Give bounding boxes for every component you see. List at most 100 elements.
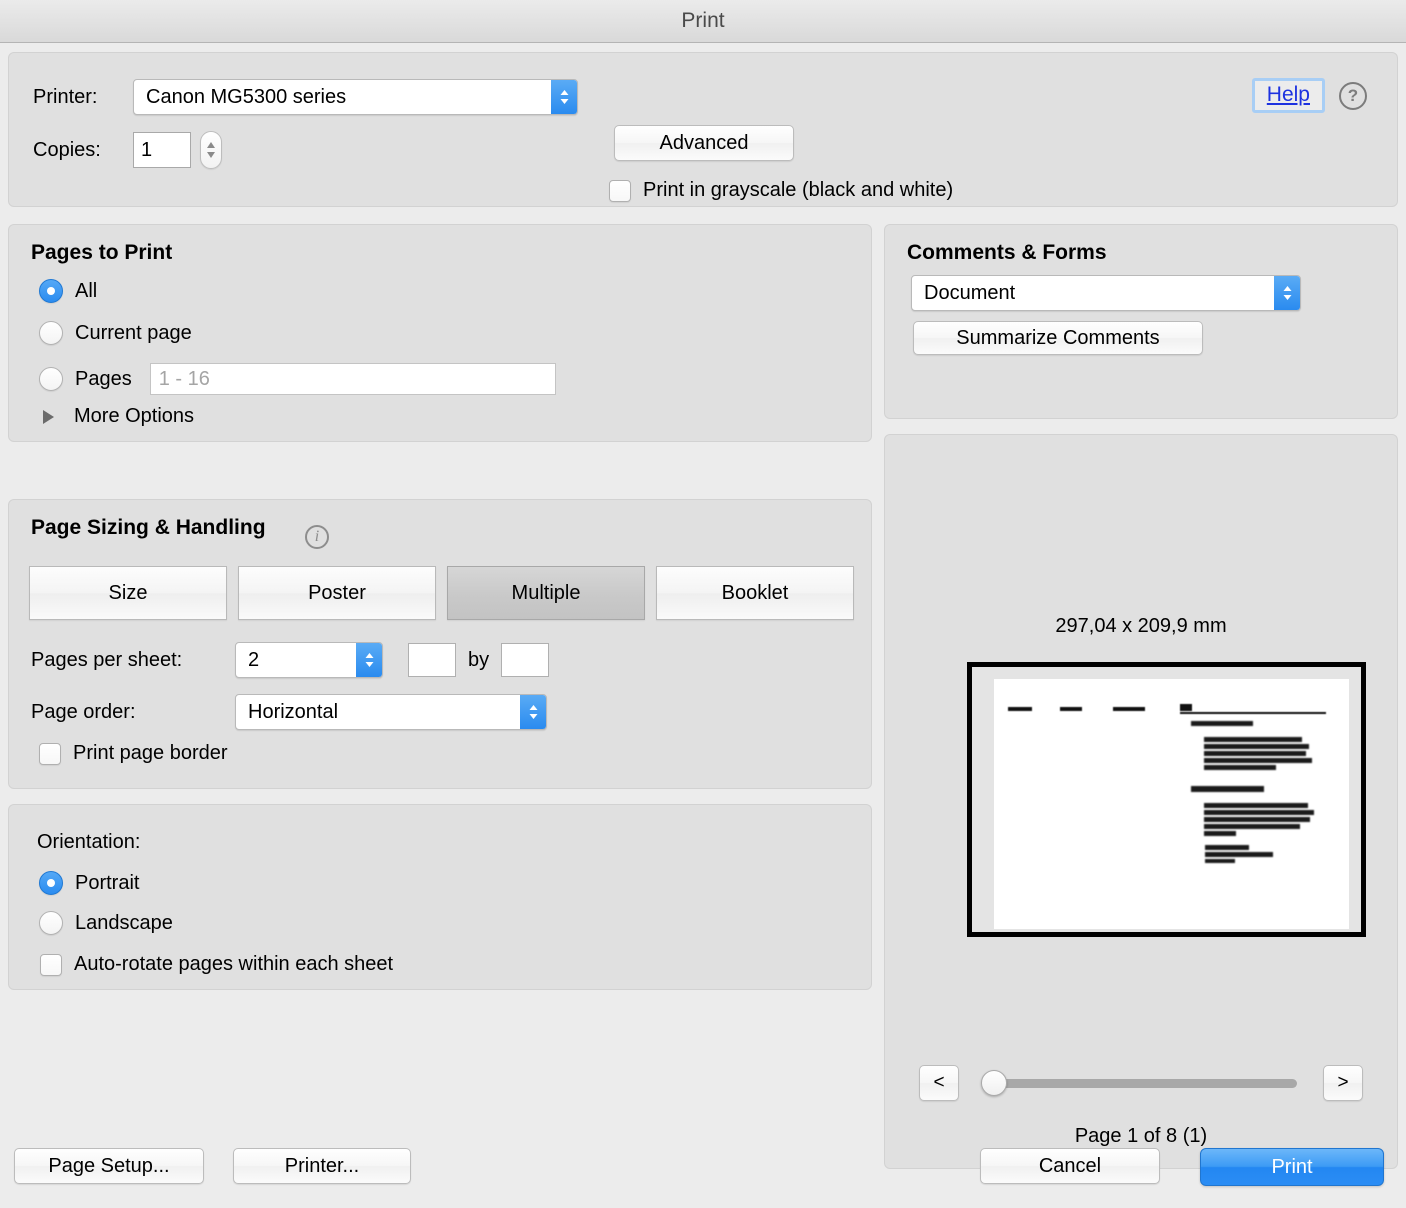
chevron-right-icon — [43, 409, 54, 424]
comments-forms-panel: Comments & Forms Document Summarize Comm… — [884, 224, 1398, 419]
auto-rotate-row[interactable]: Auto-rotate pages within each sheet — [40, 953, 393, 976]
more-options-toggle[interactable]: More Options — [43, 405, 194, 428]
radio-portrait[interactable]: Portrait — [39, 871, 139, 895]
dialog-footer: Page Setup... Printer... Cancel Print — [0, 1125, 1406, 1208]
print-preview-panel: 297,04 x 209,9 mm < > Page 1 of 8 (1) — [884, 434, 1398, 1169]
segment-multiple-label: Multiple — [511, 581, 581, 604]
radio-all[interactable]: All — [39, 279, 97, 303]
dialog-content: Printer: Canon MG5300 series Advanced Co… — [0, 44, 1406, 1208]
grayscale-label: Print in grayscale (black and white) — [643, 179, 954, 201]
radio-pages[interactable]: Pages 1 - 16 — [39, 363, 556, 395]
page-setup-button[interactable]: Page Setup... — [14, 1148, 204, 1184]
radio-landscape-label: Landscape — [75, 911, 173, 934]
printer-button[interactable]: Printer... — [233, 1148, 411, 1184]
page-order-row: Page order: Horizontal — [31, 694, 547, 730]
pages-per-sheet-row: Pages per sheet: 2 by — [31, 642, 550, 678]
previous-page-label: < — [933, 1072, 945, 1093]
page-setup-label: Page Setup... — [48, 1154, 170, 1177]
auto-rotate-checkbox[interactable] — [40, 953, 62, 976]
custom-columns-input[interactable] — [408, 643, 456, 677]
copies-stepper[interactable] — [200, 131, 222, 169]
pages-to-print-panel: Pages to Print All Current page Pages 1 … — [8, 224, 872, 442]
chevron-updown-icon — [520, 695, 546, 729]
help-area: Help ? — [1251, 78, 1367, 113]
page-slider[interactable] — [981, 1069, 1297, 1096]
segment-multiple[interactable]: Multiple — [447, 566, 645, 620]
more-options-label: More Options — [74, 405, 195, 427]
print-button-label: Print — [1271, 1155, 1313, 1178]
preview-dimensions: 297,04 x 209,9 mm — [1055, 615, 1227, 637]
pages-per-sheet-label: Pages per sheet: — [31, 648, 183, 671]
next-page-label: > — [1337, 1072, 1349, 1093]
advanced-button-label: Advanced — [659, 131, 749, 154]
auto-rotate-label: Auto-rotate pages within each sheet — [74, 953, 394, 975]
page-order-label: Page order: — [31, 700, 136, 723]
pages-per-sheet-select[interactable]: 2 — [235, 642, 383, 678]
radio-current-page-indicator[interactable] — [39, 321, 63, 345]
copies-label: Copies: — [33, 138, 101, 161]
help-link[interactable]: Help — [1267, 83, 1310, 106]
pages-range-input[interactable]: 1 - 16 — [149, 363, 556, 395]
segment-size-label: Size — [108, 581, 148, 604]
radio-all-label: All — [75, 279, 98, 302]
next-page-button[interactable]: > — [1323, 1065, 1363, 1101]
cancel-button[interactable]: Cancel — [980, 1148, 1160, 1184]
orientation-panel: Orientation: Portrait Landscape Auto-rot… — [8, 804, 872, 990]
segment-poster[interactable]: Poster — [238, 566, 436, 620]
radio-current-page[interactable]: Current page — [39, 321, 192, 345]
segment-size[interactable]: Size — [29, 566, 227, 620]
printer-button-label: Printer... — [284, 1154, 360, 1177]
radio-portrait-indicator[interactable] — [39, 871, 63, 895]
page-sizing-title: Page Sizing & Handling — [31, 516, 266, 539]
radio-landscape[interactable]: Landscape — [39, 911, 173, 935]
radio-portrait-label: Portrait — [75, 871, 140, 894]
printer-select[interactable]: Canon MG5300 series — [133, 79, 578, 115]
custom-rows-input[interactable] — [501, 643, 550, 677]
chevron-updown-icon — [1274, 276, 1300, 310]
segment-poster-label: Poster — [308, 581, 366, 604]
grayscale-checkbox[interactable] — [609, 179, 631, 202]
chevron-updown-icon — [551, 80, 577, 114]
comments-forms-select[interactable]: Document — [911, 275, 1301, 311]
page-sizing-segmented-control: Size Poster Multiple Booklet — [29, 566, 865, 620]
radio-all-indicator[interactable] — [39, 279, 63, 303]
print-page-border-row[interactable]: Print page border — [39, 742, 228, 765]
window-titlebar: Print — [0, 0, 1406, 43]
radio-pages-indicator[interactable] — [39, 367, 63, 391]
copies-input[interactable]: 1 — [133, 132, 191, 168]
page-slider-thumb[interactable] — [981, 1069, 1007, 1096]
page-order-select[interactable]: Horizontal — [235, 694, 547, 730]
advanced-button[interactable]: Advanced — [614, 125, 794, 161]
page-sizing-panel: Page Sizing & Handling Size Poster Multi… — [8, 499, 872, 789]
page-order-value: Horizontal — [248, 700, 339, 723]
print-page-border-checkbox[interactable] — [39, 742, 61, 765]
pages-range-placeholder: 1 - 16 — [158, 367, 210, 390]
pages-to-print-title: Pages to Print — [31, 241, 173, 264]
grayscale-row[interactable]: Print in grayscale (black and white) — [609, 179, 953, 202]
printer-label: Printer: — [33, 85, 98, 108]
help-link-focus-ring[interactable]: Help — [1251, 78, 1325, 113]
preview-sheet — [967, 662, 1366, 937]
window-title: Print — [681, 9, 725, 32]
printer-row: Printer: Canon MG5300 series — [33, 79, 578, 115]
previous-page-button[interactable]: < — [919, 1065, 959, 1101]
radio-landscape-indicator[interactable] — [39, 911, 63, 935]
radio-pages-label: Pages — [75, 367, 132, 390]
print-button[interactable]: Print — [1200, 1148, 1384, 1186]
print-page-border-label: Print page border — [73, 742, 228, 764]
segment-booklet[interactable]: Booklet — [656, 566, 854, 620]
chevron-updown-icon — [356, 643, 382, 677]
info-icon[interactable]: i — [305, 525, 329, 549]
printer-select-value: Canon MG5300 series — [146, 85, 347, 108]
copies-row: Copies: 1 — [33, 131, 222, 169]
pages-per-sheet-value: 2 — [248, 648, 260, 671]
summarize-comments-label: Summarize Comments — [956, 326, 1160, 349]
copies-input-value: 1 — [141, 138, 153, 161]
by-label: by — [468, 648, 490, 671]
summarize-comments-button[interactable]: Summarize Comments — [913, 321, 1203, 355]
printer-panel: Printer: Canon MG5300 series Advanced Co… — [8, 52, 1398, 207]
cancel-button-label: Cancel — [1038, 1154, 1102, 1177]
radio-current-page-label: Current page — [75, 321, 192, 344]
orientation-title: Orientation: — [37, 831, 141, 853]
question-mark-icon[interactable]: ? — [1339, 81, 1367, 110]
